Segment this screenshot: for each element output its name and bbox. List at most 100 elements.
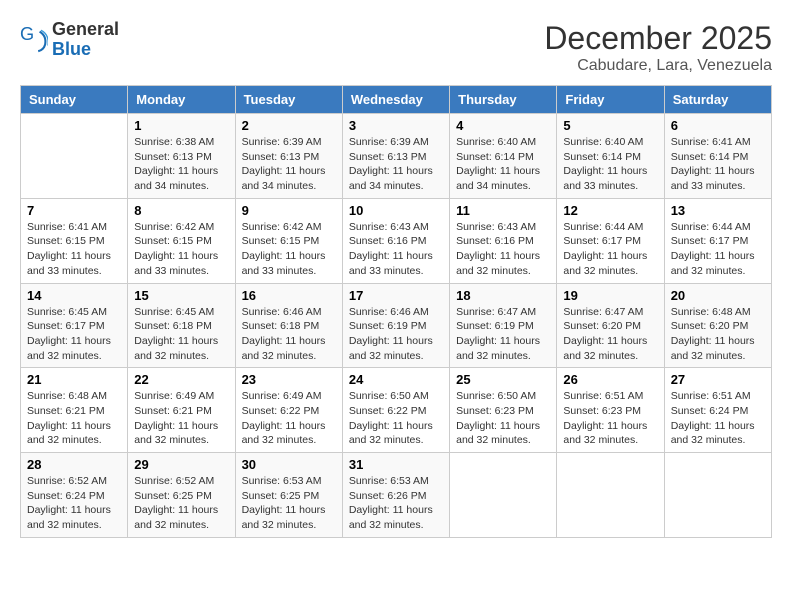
day-number: 17	[349, 288, 443, 303]
day-number: 23	[242, 372, 336, 387]
calendar-day-cell: 13 Sunrise: 6:44 AMSunset: 6:17 PMDaylig…	[664, 198, 771, 283]
day-detail: Sunrise: 6:53 AMSunset: 6:25 PMDaylight:…	[242, 475, 326, 531]
weekday-header-cell: Monday	[128, 86, 235, 114]
calendar-day-cell: 18 Sunrise: 6:47 AMSunset: 6:19 PMDaylig…	[450, 283, 557, 368]
calendar-day-cell: 24 Sunrise: 6:50 AMSunset: 6:22 PMDaylig…	[342, 368, 449, 453]
calendar-week-row: 1 Sunrise: 6:38 AMSunset: 6:13 PMDayligh…	[21, 114, 772, 199]
calendar-day-cell: 3 Sunrise: 6:39 AMSunset: 6:13 PMDayligh…	[342, 114, 449, 199]
calendar-day-cell: 10 Sunrise: 6:43 AMSunset: 6:16 PMDaylig…	[342, 198, 449, 283]
day-detail: Sunrise: 6:46 AMSunset: 6:18 PMDaylight:…	[242, 306, 326, 362]
day-detail: Sunrise: 6:42 AMSunset: 6:15 PMDaylight:…	[242, 221, 326, 277]
day-detail: Sunrise: 6:47 AMSunset: 6:20 PMDaylight:…	[563, 306, 647, 362]
day-number: 31	[349, 457, 443, 472]
location-subtitle: Cabudare, Lara, Venezuela	[544, 57, 772, 75]
calendar-week-row: 28 Sunrise: 6:52 AMSunset: 6:24 PMDaylig…	[21, 453, 772, 538]
day-detail: Sunrise: 6:40 AMSunset: 6:14 PMDaylight:…	[563, 136, 647, 192]
day-number: 30	[242, 457, 336, 472]
calendar-day-cell: 14 Sunrise: 6:45 AMSunset: 6:17 PMDaylig…	[21, 283, 128, 368]
calendar-day-cell: 21 Sunrise: 6:48 AMSunset: 6:21 PMDaylig…	[21, 368, 128, 453]
day-number: 1	[134, 118, 228, 133]
calendar-day-cell: 9 Sunrise: 6:42 AMSunset: 6:15 PMDayligh…	[235, 198, 342, 283]
logo-icon: G	[20, 26, 48, 54]
day-detail: Sunrise: 6:49 AMSunset: 6:22 PMDaylight:…	[242, 390, 326, 446]
day-detail: Sunrise: 6:42 AMSunset: 6:15 PMDaylight:…	[134, 221, 218, 277]
calendar-week-row: 14 Sunrise: 6:45 AMSunset: 6:17 PMDaylig…	[21, 283, 772, 368]
day-number: 26	[563, 372, 657, 387]
calendar-day-cell	[21, 114, 128, 199]
weekday-header-cell: Thursday	[450, 86, 557, 114]
calendar-day-cell	[664, 453, 771, 538]
day-number: 29	[134, 457, 228, 472]
day-number: 6	[671, 118, 765, 133]
day-detail: Sunrise: 6:48 AMSunset: 6:20 PMDaylight:…	[671, 306, 755, 362]
calendar-week-row: 21 Sunrise: 6:48 AMSunset: 6:21 PMDaylig…	[21, 368, 772, 453]
day-detail: Sunrise: 6:52 AMSunset: 6:25 PMDaylight:…	[134, 475, 218, 531]
day-detail: Sunrise: 6:49 AMSunset: 6:21 PMDaylight:…	[134, 390, 218, 446]
month-year-title: December 2025	[544, 20, 772, 57]
calendar-day-cell: 4 Sunrise: 6:40 AMSunset: 6:14 PMDayligh…	[450, 114, 557, 199]
day-detail: Sunrise: 6:44 AMSunset: 6:17 PMDaylight:…	[563, 221, 647, 277]
weekday-header-cell: Wednesday	[342, 86, 449, 114]
day-detail: Sunrise: 6:52 AMSunset: 6:24 PMDaylight:…	[27, 475, 111, 531]
calendar-day-cell: 31 Sunrise: 6:53 AMSunset: 6:26 PMDaylig…	[342, 453, 449, 538]
day-number: 27	[671, 372, 765, 387]
day-detail: Sunrise: 6:48 AMSunset: 6:21 PMDaylight:…	[27, 390, 111, 446]
calendar-table: SundayMondayTuesdayWednesdayThursdayFrid…	[20, 85, 772, 538]
logo-blue: Blue	[52, 40, 119, 60]
calendar-day-cell: 8 Sunrise: 6:42 AMSunset: 6:15 PMDayligh…	[128, 198, 235, 283]
day-detail: Sunrise: 6:43 AMSunset: 6:16 PMDaylight:…	[456, 221, 540, 277]
calendar-day-cell: 16 Sunrise: 6:46 AMSunset: 6:18 PMDaylig…	[235, 283, 342, 368]
calendar-day-cell	[450, 453, 557, 538]
day-detail: Sunrise: 6:50 AMSunset: 6:23 PMDaylight:…	[456, 390, 540, 446]
day-number: 28	[27, 457, 121, 472]
calendar-day-cell: 22 Sunrise: 6:49 AMSunset: 6:21 PMDaylig…	[128, 368, 235, 453]
calendar-day-cell: 2 Sunrise: 6:39 AMSunset: 6:13 PMDayligh…	[235, 114, 342, 199]
calendar-day-cell: 28 Sunrise: 6:52 AMSunset: 6:24 PMDaylig…	[21, 453, 128, 538]
calendar-day-cell: 5 Sunrise: 6:40 AMSunset: 6:14 PMDayligh…	[557, 114, 664, 199]
day-number: 4	[456, 118, 550, 133]
calendar-day-cell: 23 Sunrise: 6:49 AMSunset: 6:22 PMDaylig…	[235, 368, 342, 453]
day-detail: Sunrise: 6:45 AMSunset: 6:17 PMDaylight:…	[27, 306, 111, 362]
day-number: 14	[27, 288, 121, 303]
day-number: 9	[242, 203, 336, 218]
calendar-day-cell: 27 Sunrise: 6:51 AMSunset: 6:24 PMDaylig…	[664, 368, 771, 453]
day-detail: Sunrise: 6:39 AMSunset: 6:13 PMDaylight:…	[349, 136, 433, 192]
page-header: G General Blue December 2025 Cabudare, L…	[20, 20, 772, 75]
day-detail: Sunrise: 6:38 AMSunset: 6:13 PMDaylight:…	[134, 136, 218, 192]
day-number: 12	[563, 203, 657, 218]
day-number: 5	[563, 118, 657, 133]
calendar-day-cell: 17 Sunrise: 6:46 AMSunset: 6:19 PMDaylig…	[342, 283, 449, 368]
calendar-day-cell: 11 Sunrise: 6:43 AMSunset: 6:16 PMDaylig…	[450, 198, 557, 283]
day-number: 24	[349, 372, 443, 387]
calendar-day-cell: 7 Sunrise: 6:41 AMSunset: 6:15 PMDayligh…	[21, 198, 128, 283]
calendar-day-cell: 20 Sunrise: 6:48 AMSunset: 6:20 PMDaylig…	[664, 283, 771, 368]
day-detail: Sunrise: 6:40 AMSunset: 6:14 PMDaylight:…	[456, 136, 540, 192]
day-detail: Sunrise: 6:47 AMSunset: 6:19 PMDaylight:…	[456, 306, 540, 362]
calendar-day-cell: 15 Sunrise: 6:45 AMSunset: 6:18 PMDaylig…	[128, 283, 235, 368]
day-detail: Sunrise: 6:53 AMSunset: 6:26 PMDaylight:…	[349, 475, 433, 531]
weekday-header-cell: Sunday	[21, 86, 128, 114]
day-number: 22	[134, 372, 228, 387]
title-area: December 2025 Cabudare, Lara, Venezuela	[544, 20, 772, 75]
weekday-header-cell: Friday	[557, 86, 664, 114]
calendar-day-cell: 26 Sunrise: 6:51 AMSunset: 6:23 PMDaylig…	[557, 368, 664, 453]
day-number: 13	[671, 203, 765, 218]
day-number: 3	[349, 118, 443, 133]
logo-general: General	[52, 20, 119, 40]
day-number: 25	[456, 372, 550, 387]
calendar-day-cell	[557, 453, 664, 538]
day-detail: Sunrise: 6:41 AMSunset: 6:15 PMDaylight:…	[27, 221, 111, 277]
logo-text: General Blue	[52, 20, 119, 60]
calendar-day-cell: 12 Sunrise: 6:44 AMSunset: 6:17 PMDaylig…	[557, 198, 664, 283]
day-detail: Sunrise: 6:51 AMSunset: 6:24 PMDaylight:…	[671, 390, 755, 446]
day-detail: Sunrise: 6:45 AMSunset: 6:18 PMDaylight:…	[134, 306, 218, 362]
calendar-day-cell: 30 Sunrise: 6:53 AMSunset: 6:25 PMDaylig…	[235, 453, 342, 538]
day-number: 15	[134, 288, 228, 303]
calendar-day-cell: 25 Sunrise: 6:50 AMSunset: 6:23 PMDaylig…	[450, 368, 557, 453]
day-number: 19	[563, 288, 657, 303]
calendar-day-cell: 1 Sunrise: 6:38 AMSunset: 6:13 PMDayligh…	[128, 114, 235, 199]
day-detail: Sunrise: 6:51 AMSunset: 6:23 PMDaylight:…	[563, 390, 647, 446]
calendar-day-cell: 6 Sunrise: 6:41 AMSunset: 6:14 PMDayligh…	[664, 114, 771, 199]
weekday-header-cell: Saturday	[664, 86, 771, 114]
day-number: 18	[456, 288, 550, 303]
